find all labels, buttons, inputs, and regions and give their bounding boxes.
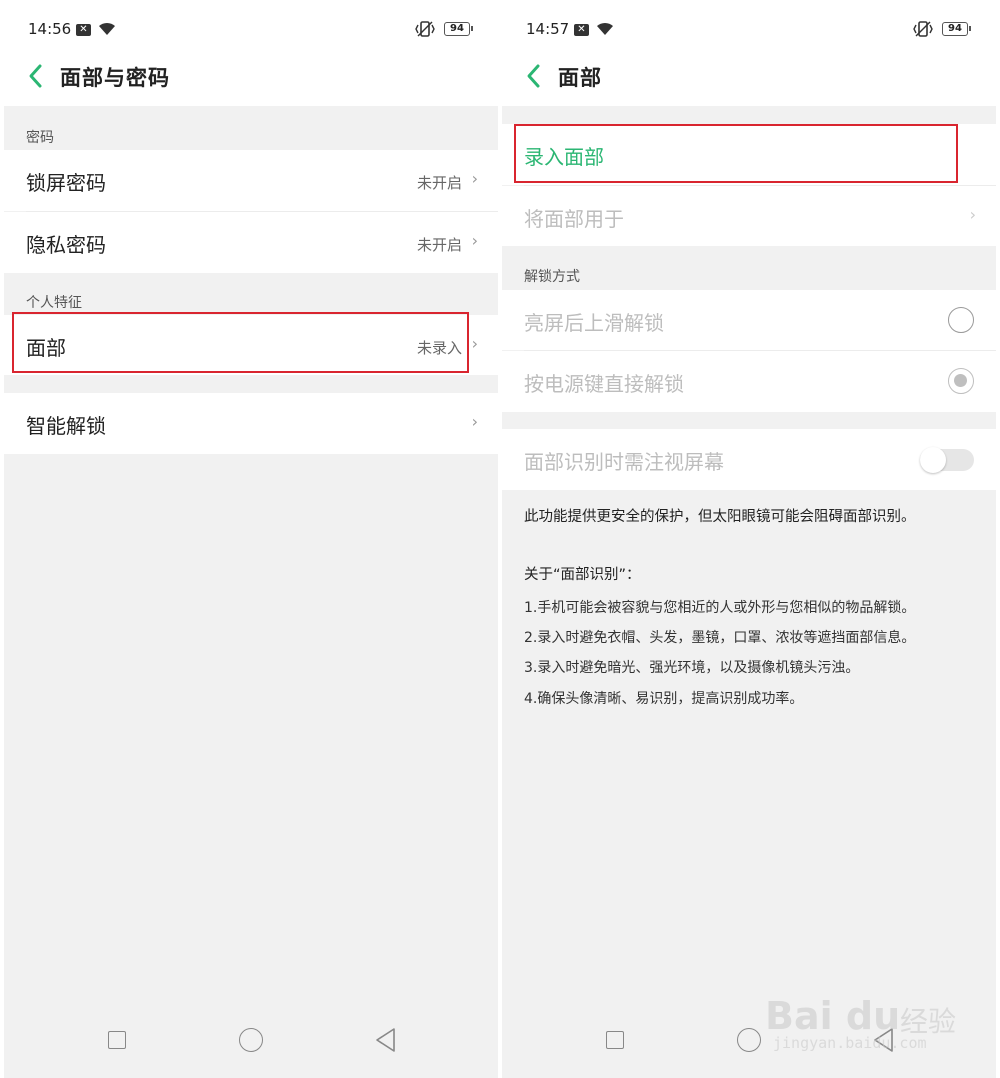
page-title: 面部与密码: [60, 66, 170, 90]
section-label-password: 密码: [26, 130, 54, 146]
privacy-password-row[interactable]: 隐私密码 未开启 ›: [4, 212, 498, 273]
chevron-right-icon: ›: [471, 334, 478, 353]
about-item: 4.确保头像清晰、易识别，提高识别成功率。: [524, 691, 804, 707]
section-label-unlock: 解锁方式: [524, 269, 580, 285]
battery-indicator: 94: [444, 22, 473, 36]
home-icon[interactable]: [737, 1028, 761, 1052]
smart-unlock-row[interactable]: 智能解锁 ›: [4, 393, 498, 454]
chevron-right-icon: ›: [471, 169, 478, 188]
wifi-icon: [597, 22, 613, 35]
back-arrow-icon[interactable]: [24, 62, 48, 90]
row-label: 隐私密码: [26, 233, 106, 257]
navigation-bar: [4, 1005, 498, 1073]
radio-button[interactable]: [948, 307, 974, 333]
row-label: 将面部用于: [524, 207, 624, 231]
page-title: 面部: [558, 66, 602, 90]
right-screen: 14:57 ✕ 94 面部 录入面部 将面部用于 › 解锁方式 亮屏后上滑解锁 …: [502, 0, 996, 1078]
chevron-right-icon: ›: [471, 231, 478, 250]
use-face-for-row[interactable]: 将面部用于 ›: [502, 186, 996, 246]
attention-row[interactable]: 面部识别时需注视屏幕: [502, 429, 996, 490]
row-label: 亮屏后上滑解锁: [524, 311, 664, 335]
unlock-option-swipe[interactable]: 亮屏后上滑解锁: [502, 290, 996, 350]
header: 面部: [502, 58, 996, 106]
status-bar: 14:56 ✕ 94: [4, 0, 498, 58]
enroll-face-label: 录入面部: [524, 145, 604, 169]
back-icon[interactable]: [374, 1027, 398, 1053]
status-time: 14:56: [28, 20, 72, 38]
row-value: 未开启: [416, 174, 462, 192]
lock-screen-password-row[interactable]: 锁屏密码 未开启 ›: [4, 150, 498, 211]
vibrate-icon: [415, 21, 435, 37]
section-label-personal: 个人特征: [26, 295, 82, 311]
back-arrow-icon[interactable]: [522, 62, 546, 90]
row-value: 未开启: [416, 236, 462, 254]
row-value: 未录入: [416, 339, 462, 357]
row-label: 面部识别时需注视屏幕: [524, 450, 724, 474]
row-label: 锁屏密码: [26, 171, 106, 195]
wifi-icon: [99, 22, 115, 35]
row-label: 按电源键直接解锁: [524, 372, 684, 396]
attention-toggle[interactable]: [920, 447, 974, 473]
status-time: 14:57: [526, 20, 570, 38]
vibrate-icon: [913, 21, 933, 37]
row-label: 智能解锁: [26, 414, 106, 438]
status-bar: 14:57 ✕ 94: [502, 0, 996, 58]
watermark-url: jingyan.baidu.com: [773, 1034, 927, 1052]
chevron-right-icon: ›: [471, 412, 478, 431]
left-screen: 14:56 ✕ 94 面部与密码 密码 锁屏密码 未开启 › 隐私密码 未开启 …: [4, 0, 498, 1078]
baidu-jingyan-watermark: Bai du 经验 jingyan.baidu.com: [765, 972, 965, 1062]
toggle-knob: [920, 447, 946, 473]
unlock-option-power[interactable]: 按电源键直接解锁: [502, 351, 996, 412]
notification-icon: ✕: [574, 24, 589, 36]
watermark-logo: Bai du: [765, 994, 901, 1038]
notification-icon: ✕: [76, 24, 91, 36]
recents-icon[interactable]: [606, 1031, 624, 1049]
recents-icon[interactable]: [108, 1031, 126, 1049]
enroll-face-row[interactable]: 录入面部: [502, 124, 996, 185]
chevron-right-icon: ›: [969, 205, 976, 224]
face-row[interactable]: 面部 未录入 ›: [4, 315, 498, 375]
about-item: 1.手机可能会被容貌与您相近的人或外形与您相似的物品解锁。: [524, 600, 916, 616]
attention-description: 此功能提供更安全的保护，但太阳眼镜可能会阻碍面部识别。: [524, 509, 916, 525]
header: 面部与密码: [4, 58, 498, 106]
about-item: 2.录入时避免衣帽、头发，墨镜，口罩、浓妆等遮挡面部信息。: [524, 630, 916, 646]
battery-indicator: 94: [942, 22, 971, 36]
about-item: 3.录入时避免暗光、强光环境，以及摄像机镜头污浊。: [524, 660, 860, 676]
about-title: 关于“面部识别”：: [524, 567, 641, 583]
radio-button[interactable]: [948, 368, 974, 394]
home-icon[interactable]: [239, 1028, 263, 1052]
row-label: 面部: [26, 336, 66, 360]
